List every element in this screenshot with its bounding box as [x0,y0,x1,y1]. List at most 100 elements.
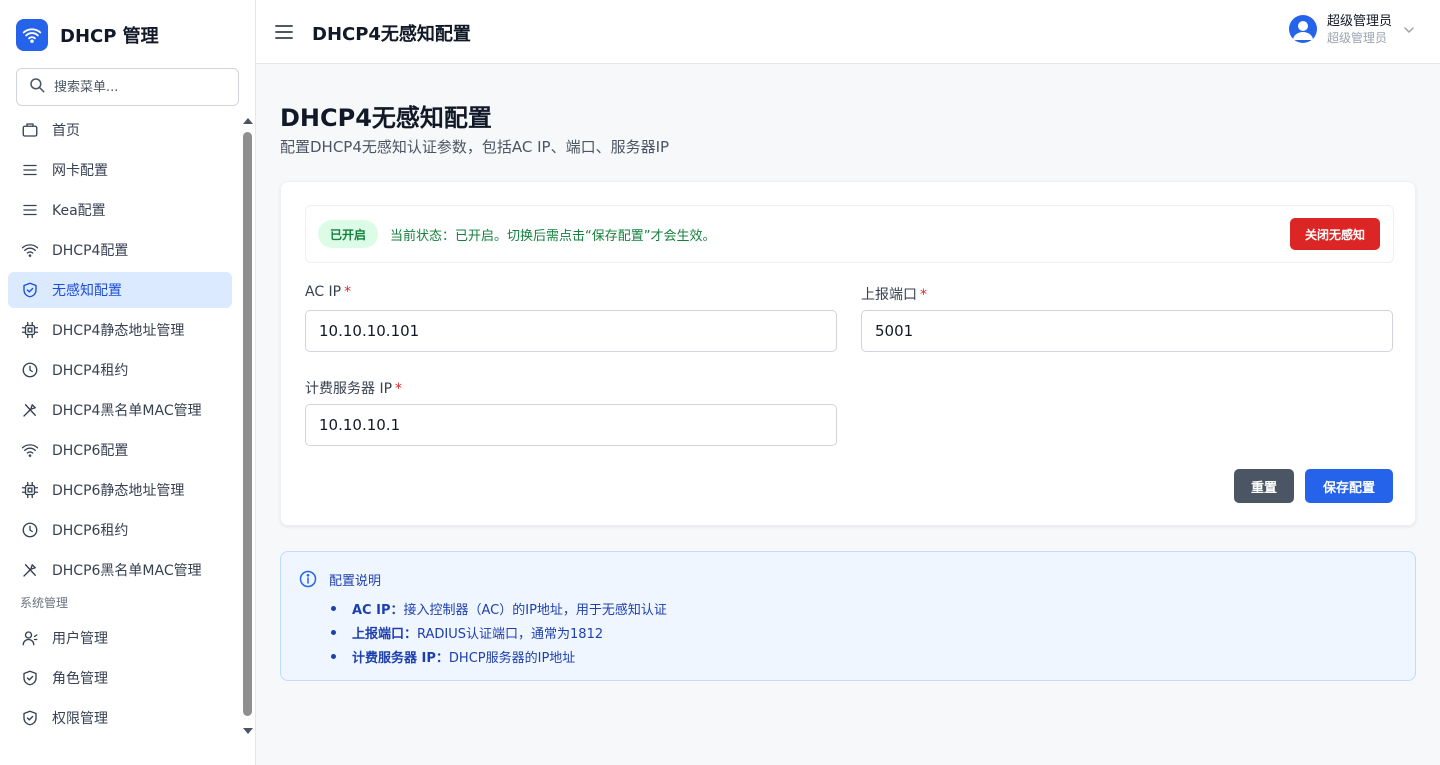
list-item: 计费服务器 IP： DHCP服务器的IP地址 [329,644,667,668]
sidebar-section-title: 系统管理 [20,595,69,610]
sidebar-item-label: DHCP6黑名单MAC管理 [52,563,202,579]
page-subtitle: 配置DHCP4无感知认证参数，包括AC IP、端口、服务器IP [280,138,670,156]
sidebar-item[interactable]: DHCP4配置 [8,232,232,268]
info-icon [299,570,317,588]
sidebar-item[interactable]: DHCP4黑名单MAC管理 [8,392,232,428]
sidebar-item-label: DHCP4配置 [52,243,129,259]
required-mark: * [395,381,403,397]
report-port-label: 上报端口 * [861,284,927,304]
scroll-up-arrow-icon[interactable] [243,118,253,124]
top-header: DHCP4无感知配置 超级管理员 超级管理员 [256,0,1440,64]
user-name: 超级管理员 [1326,14,1392,29]
report-port-label-text: 上报端口 [861,287,917,303]
tool-icon [20,560,40,580]
sidebar-item-label: DHCP6配置 [52,443,129,459]
sidebar-item-label: 用户管理 [52,631,108,647]
shield-icon [20,280,40,300]
header-title: DHCP4无感知配置 [312,24,471,45]
shield-icon [20,708,40,728]
sidebar-item-label: 权限管理 [52,711,108,727]
sidebar-item[interactable]: DHCP4租约 [8,352,232,388]
bullet [331,653,336,659]
sidebar-item[interactable]: 无感知配置 [8,272,232,308]
sidebar-item[interactable]: DHCP4静态地址管理 [8,312,232,348]
user-role: 超级管理员 [1326,30,1387,45]
avatar [1288,15,1317,44]
save-button[interactable]: 保存配置 [1305,469,1393,503]
bullet [331,629,336,635]
status-badge: 已开启 [318,220,379,248]
info-text: 接入控制器（AC）的IP地址，用于无感知认证 [403,602,667,618]
list-item: AC IP： 接入控制器（AC）的IP地址，用于无感知认证 [329,596,667,620]
sidebar-item[interactable]: 网卡配置 [8,152,232,188]
info-text: RADIUS认证端口，通常为1812 [417,626,604,642]
sidebar-item[interactable]: 角色管理 [8,660,232,696]
chevron-down-icon[interactable] [1402,22,1416,36]
info-key: AC IP： [352,602,404,618]
chip-icon [20,480,40,500]
user-icon [20,628,40,648]
menu-toggle-icon[interactable] [274,22,294,42]
ac-ip-input[interactable] [305,310,837,352]
config-card: 已开启 当前状态：已开启。切换后需点击“保存配置”才会生效。 关闭无感知 AC … [280,181,1416,526]
ac-ip-label: AC IP * [305,284,351,300]
shield-icon [20,668,40,688]
sidebar-menu: 首页网卡配置 Kea配置 DHCP4配置 无感知配置 DHCP4静态地址管理 DHCP4租… [8,112,232,765]
sidebar-item[interactable]: 用户管理 [8,620,232,656]
clock-icon [20,520,40,540]
sidebar-item[interactable]: 权限管理 [8,700,232,736]
sidebar-item-label: DHCP6租约 [52,523,129,539]
wifi-logo-icon [16,19,48,51]
status-bar: 已开启 当前状态：已开启。切换后需点击“保存配置”才会生效。 关闭无感知 [305,205,1394,263]
sidebar-item-label: DHCP6静态地址管理 [52,483,185,499]
report-port-input[interactable] [861,310,1393,352]
info-panel: 配置说明 AC IP： 接入控制器（AC）的IP地址，用于无感知认证 上报端口： R… [280,551,1416,681]
wifi-icon [20,440,40,460]
chip-icon [20,320,40,340]
required-mark: * [920,287,927,303]
page-title: DHCP4无感知配置 [280,104,492,132]
sidebar-item[interactable]: DHCP6配置 [8,432,232,468]
reset-button[interactable]: 重置 [1234,469,1294,503]
user-menu[interactable]: 超级管理员 超级管理员 [1288,14,1416,45]
brand-title: DHCP 管理 [60,26,159,47]
scroll-down-arrow-icon[interactable] [243,728,253,734]
sidebar-item[interactable]: DHCP6静态地址管理 [8,472,232,508]
info-list: AC IP： 接入控制器（AC）的IP地址，用于无感知认证 上报端口： RADIUS… [329,596,667,668]
sidebar-item-label: DHCP4租约 [52,363,129,379]
status-text: 当前状态：已开启。切换后需点击“保存配置”才会生效。 [390,229,716,244]
sidebar-item-label: Kea配置 [52,203,106,219]
brand[interactable]: DHCP 管理 [16,19,159,51]
tool-icon [20,400,40,420]
clock-icon [20,360,40,380]
info-text: DHCP服务器的IP地址 [448,650,576,666]
sidebar-scrollbar[interactable] [242,116,254,740]
list-icon [20,160,40,180]
sidebar-item-label: 网卡配置 [52,163,108,179]
search-input[interactable] [54,79,224,95]
sidebar-item-label: 首页 [52,123,80,139]
accounting-ip-input[interactable] [305,404,837,446]
search-icon [28,76,46,98]
accounting-ip-label-text: 计费服务器 IP [305,381,393,397]
sidebar-item-label: DHCP4静态地址管理 [52,323,185,339]
sidebar-item[interactable]: 首页 [8,112,232,148]
disable-seamless-button[interactable]: 关闭无感知 [1289,218,1380,250]
list-item: 上报端口： RADIUS认证端口，通常为1812 [329,620,667,644]
sidebar-item-label: 无感知配置 [52,283,122,299]
home-icon [20,120,40,140]
info-key: 计费服务器 IP： [352,650,449,666]
wifi-icon [20,240,40,260]
bullet [331,605,336,611]
sidebar: DHCP 管理 首页网卡配置 Kea配置 DHCP4配置无感知配置 DHCP4静态地址… [0,0,256,765]
list-icon [20,200,40,220]
scrollbar-thumb[interactable] [243,132,252,716]
sidebar-item-label: DHCP4黑名单MAC管理 [52,403,202,419]
required-mark: * [344,284,352,300]
sidebar-item[interactable]: DHCP6黑名单MAC管理 [8,552,232,588]
menu-search[interactable] [16,68,239,106]
sidebar-item[interactable]: Kea配置 [8,192,232,228]
accounting-ip-label: 计费服务器 IP * [305,378,402,398]
sidebar-item[interactable]: DHCP6租约 [8,512,232,548]
ac-ip-label-text: AC IP [305,284,342,300]
